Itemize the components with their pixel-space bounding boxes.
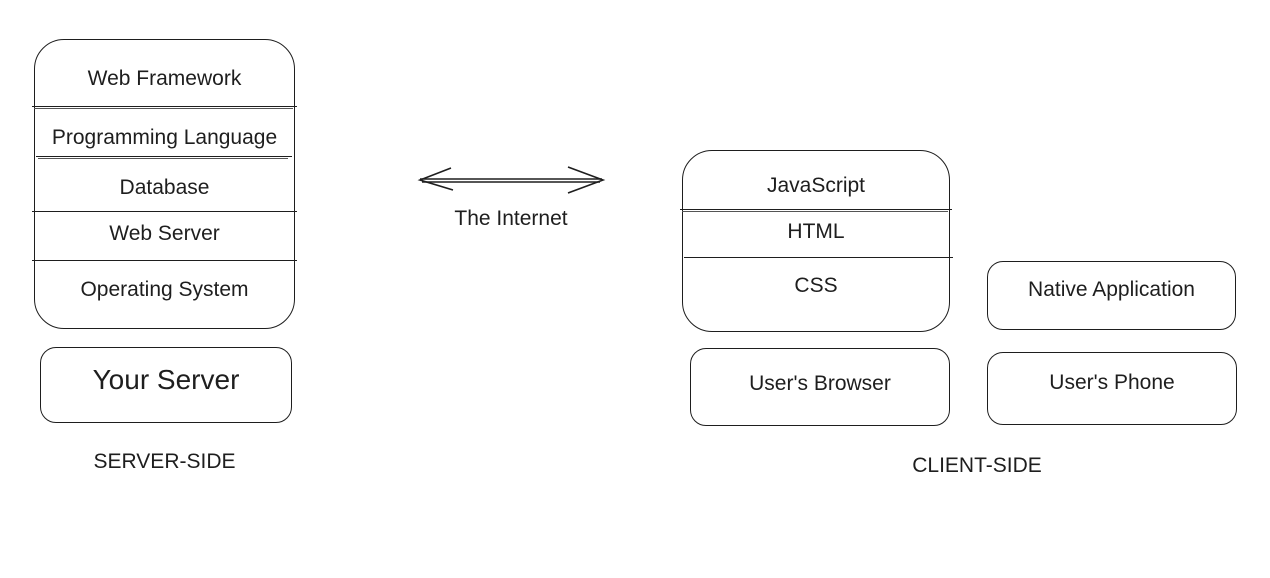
users-phone-label: User's Phone — [1049, 371, 1175, 394]
your-server-box: Your Server — [40, 347, 292, 423]
stack-layer-html: HTML — [787, 220, 845, 243]
internet-label: The Internet — [454, 207, 568, 230]
layer-divider — [32, 260, 297, 261]
bidirectional-arrow-icon — [417, 166, 606, 194]
native-application-box: Native Application — [987, 261, 1236, 330]
layer-divider — [36, 156, 292, 159]
client-side-caption: CLIENT-SIDE — [912, 454, 1042, 477]
stack-layer-operating-system: Operating System — [80, 278, 249, 301]
stack-layer-css: CSS — [794, 274, 838, 297]
stack-layer-database: Database — [119, 176, 210, 199]
arrow-head-right — [567, 166, 606, 194]
native-application-label: Native Application — [1028, 278, 1195, 301]
layer-divider — [684, 257, 953, 258]
layer-divider — [32, 106, 297, 109]
layer-divider — [32, 211, 297, 212]
users-phone-box: User's Phone — [987, 352, 1237, 425]
users-browser-box: User's Browser — [690, 348, 950, 426]
server-side-caption: SERVER-SIDE — [93, 450, 236, 473]
stack-layer-javascript: JavaScript — [766, 174, 866, 197]
stack-layer-web-server: Web Server — [109, 222, 220, 245]
layer-divider — [680, 209, 952, 212]
users-browser-label: User's Browser — [749, 372, 891, 395]
browser-stack: JavaScript HTML CSS — [680, 150, 953, 332]
your-server-label: Your Server — [92, 364, 240, 395]
stack-layer-programming-language: Programming Language — [51, 126, 278, 149]
server-stack: Web Framework Programming Language Datab… — [32, 39, 297, 329]
stack-layer-web-framework: Web Framework — [87, 67, 242, 90]
